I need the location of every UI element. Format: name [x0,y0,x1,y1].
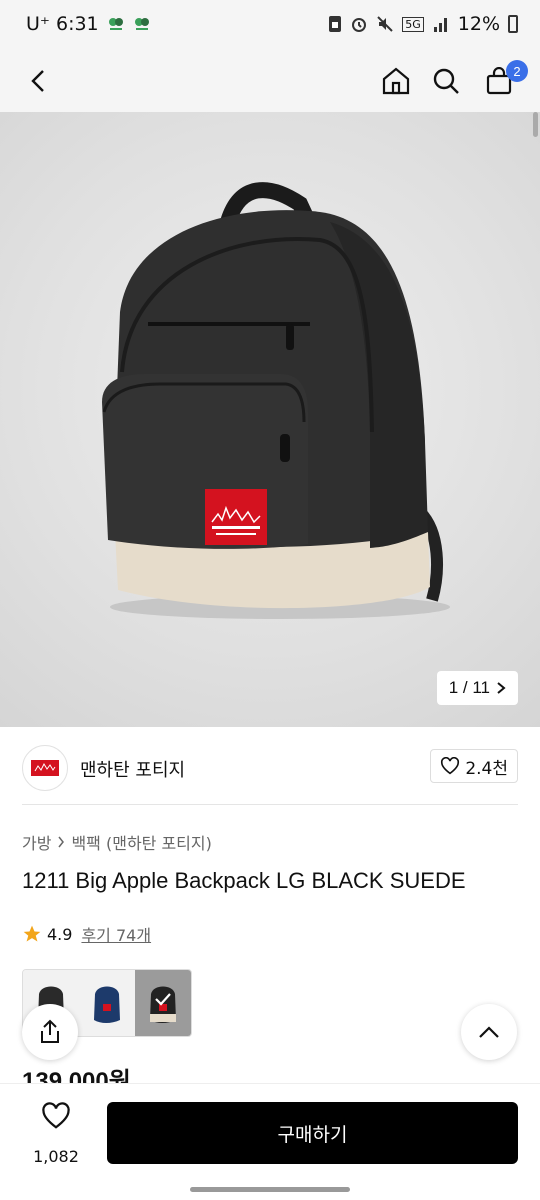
brand-like-count: 2.4천 [465,758,508,779]
status-left: U⁺ 6:31 [26,13,151,35]
selected-overlay [135,970,191,1036]
swatch-bag-image [94,986,120,1023]
sim-icon [329,16,342,32]
check-icon [155,993,171,1006]
bottom-action-bar: 1,082 구매하기 [0,1083,540,1200]
breadcrumb-subcategory[interactable]: 백팩 (맨하탄 포티지) [71,830,211,854]
brand-patch [205,489,267,545]
cart-count-badge: 2 [506,60,528,82]
chevron-up-icon [479,1026,499,1038]
wishlist-button[interactable]: 1,082 [22,1102,90,1166]
search-icon [433,68,459,94]
image-counter-label: 1 / 11 [448,678,490,697]
app-notification-icon-2 [134,18,149,30]
brand-row: 맨하탄 포티지 2.4천 [22,745,518,805]
zipper-pull [286,324,294,350]
status-right: 5G 12% [328,13,518,35]
backpack-image [102,182,450,619]
battery-percent: 12% [457,13,500,35]
front-zipper-pull [280,434,290,462]
star-icon [23,925,41,942]
heart-icon [441,757,460,775]
search-button[interactable] [423,58,469,104]
reviews-link[interactable]: 후기 74개 [81,922,151,946]
brand-like-button[interactable]: 2.4천 [430,749,518,783]
signal-icon [433,18,447,32]
buy-button[interactable]: 구매하기 [107,1102,518,1164]
share-button[interactable] [22,1004,78,1060]
brand-name[interactable]: 맨하탄 포티지 [80,756,185,782]
breadcrumb: 가방 백팩 (맨하탄 포티지) [22,830,212,854]
rating-value: 4.9 [47,924,73,944]
app-notification-icon [108,18,123,30]
battery-icon [508,15,518,33]
scrollbar[interactable] [533,112,538,137]
wishlist-count: 1,082 [33,1147,79,1166]
brand-logo[interactable] [22,745,68,791]
top-nav: 2 [0,50,540,112]
status-bar: U⁺ 6:31 5G 12% [0,0,540,50]
cart-button[interactable]: 2 [476,58,528,104]
heart-icon [42,1102,70,1129]
chevron-right-icon [58,836,65,848]
back-button[interactable] [16,58,62,104]
chevron-right-icon [497,682,506,694]
product-image-gallery[interactable]: 1 / 11 [0,112,540,727]
home-icon [382,67,410,95]
swatch-black-suede[interactable] [135,970,191,1036]
product-title: 1211 Big Apple Backpack LG BLACK SUEDE [22,868,466,893]
brand-patch-text-mark-2 [216,533,256,535]
mute-icon [377,16,393,32]
home-indicator[interactable] [190,1187,350,1192]
scroll-to-top-button[interactable] [461,1004,517,1060]
rating-row: 4.9 후기 74개 [22,922,151,946]
carrier-time: U⁺ 6:31 [26,13,99,35]
alarm-icon [352,18,367,32]
brand-patch-text-mark [212,526,260,529]
share-icon [41,1019,59,1043]
home-button[interactable] [373,58,419,104]
image-counter[interactable]: 1 / 11 [436,671,518,705]
breadcrumb-category[interactable]: 가방 [22,830,51,854]
brand-logo-mark [31,760,59,776]
back-icon [31,70,44,92]
network-label: 5G [402,16,424,32]
swatch-navy[interactable] [79,970,135,1036]
